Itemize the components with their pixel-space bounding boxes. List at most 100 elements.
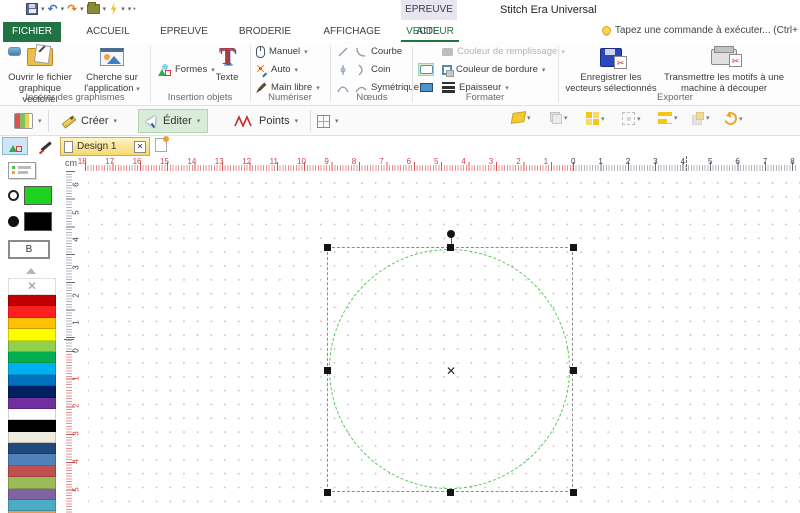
hruler-number: 8 <box>790 157 794 166</box>
bold-button[interactable]: B <box>8 240 50 259</box>
fill-color-swatch[interactable] <box>24 212 52 231</box>
new-document-icon[interactable] <box>155 138 167 152</box>
save-dropdown-icon[interactable]: ▾ <box>41 5 45 13</box>
selection-bounding-box[interactable]: ✕ <box>327 247 573 492</box>
selection-handle[interactable] <box>570 367 577 374</box>
palette-swatch-yellow[interactable] <box>8 329 56 340</box>
palette-swatch-red[interactable] <box>8 306 56 317</box>
hruler-number: 18 <box>78 157 87 166</box>
tab-broderie[interactable]: BRODERIE <box>233 22 297 42</box>
palette-swatch-purple[interactable] <box>8 398 56 409</box>
fill-color-indicator[interactable] <box>8 212 52 231</box>
save-icon[interactable] <box>26 3 38 15</box>
palette-no-color[interactable]: ✕ <box>8 278 56 295</box>
tab-affichage[interactable]: AFFICHAGE <box>318 22 386 42</box>
selection-handle[interactable] <box>447 489 454 496</box>
folder-dropdown-icon[interactable]: ▾ <box>103 5 107 13</box>
palette-swatch-dark-red[interactable] <box>8 295 56 306</box>
create-button[interactable]: Créer▾ <box>54 109 125 133</box>
reference-grid-icon <box>317 115 330 128</box>
palette-swatch-blue[interactable] <box>8 375 56 386</box>
vruler-number: 4 <box>72 237 81 241</box>
tab-accueil[interactable]: ACCUEIL <box>80 22 136 42</box>
selection-handle[interactable] <box>324 367 331 374</box>
palette-swatch-teal[interactable] <box>8 500 56 511</box>
vector-objects-icon <box>9 140 22 152</box>
reference-point-button[interactable]: ▾ <box>314 109 342 133</box>
object-style-button[interactable]: ▾ <box>6 109 50 133</box>
palette-swatch-white[interactable] <box>8 409 56 420</box>
style-border-only-button[interactable] <box>418 63 434 76</box>
palette-swatch-brick[interactable] <box>8 466 56 477</box>
document-icon <box>64 141 73 153</box>
save-selected-vectors-button[interactable]: ✂ Enregistrer les vecteurs sélectionnés <box>565 44 657 94</box>
redo-dropdown-icon[interactable]: ▾ <box>80 5 84 13</box>
vruler-number: 5 <box>72 487 81 491</box>
palette-scroll-up-icon[interactable] <box>26 268 36 274</box>
close-tab-icon[interactable]: ✕ <box>134 141 146 153</box>
palette-swatch-steel-blue[interactable] <box>8 454 56 465</box>
points-button[interactable]: Points▾ <box>226 109 306 133</box>
border-color-indicator[interactable] <box>8 186 52 205</box>
selection-handle[interactable] <box>570 489 577 496</box>
document-tab-design1[interactable]: Design 1 ✕ <box>60 137 150 156</box>
duplicate-button[interactable]: ▾ <box>550 112 568 124</box>
palette-swatch-green[interactable] <box>8 352 56 363</box>
palette-swatch-violet[interactable] <box>8 489 56 500</box>
context-tab-badge[interactable]: EPREUVE <box>401 0 457 20</box>
edit-cursor-icon <box>146 115 158 128</box>
digitizer-tool[interactable] <box>32 137 58 155</box>
node-corner-button[interactable]: Coin <box>337 62 391 77</box>
palette-swatch-tan[interactable] <box>8 432 56 443</box>
palette-swatch-dark-blue[interactable] <box>8 386 56 397</box>
digitize-manual-button[interactable]: Manuel▾ <box>256 44 308 59</box>
distribute-button[interactable]: ▾ <box>586 112 605 125</box>
selection-handle[interactable] <box>570 244 577 251</box>
selection-handle[interactable] <box>324 244 331 251</box>
palette-swatch-orange[interactable] <box>8 318 56 329</box>
rotate-skew-button[interactable]: ▾ <box>512 112 531 123</box>
selection-frame-button[interactable]: ▾ <box>622 112 641 125</box>
application-window: ▾ ↶▾ ↷▾ ▾ ▾ ▾ • EPREUVE Stitch Era Unive… <box>0 0 800 513</box>
hruler-number: 11 <box>270 157 278 166</box>
palette-swatch-light-blue[interactable] <box>8 363 56 374</box>
node-curve-button[interactable]: Courbe <box>337 44 402 59</box>
vruler-number: 3 <box>72 431 81 435</box>
lightning-dropdown-icon[interactable]: ▾ <box>121 5 125 13</box>
digitize-auto-button[interactable]: Auto▾ <box>256 62 298 77</box>
tab-fichier[interactable]: FICHIER <box>3 22 61 42</box>
send-to-cutting-machine-button[interactable]: ✂ Transmettre les motifs à une machine à… <box>660 44 788 94</box>
hruler-number: 2 <box>516 157 520 166</box>
group-label-exporter: Exporter <box>560 92 790 104</box>
rotate-button[interactable]: ▾ <box>724 112 743 125</box>
palette-swatch-navy[interactable] <box>8 443 56 454</box>
palette-swatch-light-green[interactable] <box>8 341 56 352</box>
text-button[interactable]: T Texte <box>208 44 246 83</box>
search-application-button[interactable]: FormesCherche sur l'application ▾ <box>78 44 146 95</box>
align-button[interactable]: ▾ <box>658 112 678 124</box>
border-color-swatch[interactable] <box>24 186 52 205</box>
border-color-button[interactable]: Couleur de bordure▾ <box>442 62 545 77</box>
undo-icon[interactable]: ↶ <box>48 3 58 15</box>
object-list-icon[interactable] <box>8 162 36 179</box>
lightning-icon[interactable] <box>109 3 118 15</box>
tab-epreuve[interactable]: EPREUVE <box>155 22 213 42</box>
design-canvas[interactable]: ✕ <box>88 171 800 513</box>
palette-swatch-olive-green[interactable] <box>8 477 56 488</box>
selection-handle[interactable] <box>447 244 454 251</box>
redo-icon[interactable]: ↷ <box>67 3 77 15</box>
command-search[interactable]: Tapez une commande à exécuter... (Ctrl+ <box>602 25 798 36</box>
undo-dropdown-icon[interactable]: ▾ <box>61 5 65 13</box>
vector-objects-tool[interactable] <box>2 137 28 155</box>
palette-swatch-black[interactable] <box>8 420 56 431</box>
edit-button[interactable]: Éditer▾ <box>138 109 208 133</box>
hruler-number: 14 <box>187 157 196 166</box>
rotation-handle[interactable] <box>447 230 455 238</box>
order-button[interactable]: ▾ <box>692 112 710 124</box>
tab-vecteur[interactable]: VECTEUR <box>401 22 459 42</box>
style-fill-only-button[interactable] <box>6 45 22 58</box>
open-folder-icon[interactable] <box>87 4 100 14</box>
selection-handle[interactable] <box>324 489 331 496</box>
shapes-button[interactable]: Formes▾ <box>158 62 215 77</box>
qat-customize-icon[interactable]: ▾ • <box>128 5 136 13</box>
